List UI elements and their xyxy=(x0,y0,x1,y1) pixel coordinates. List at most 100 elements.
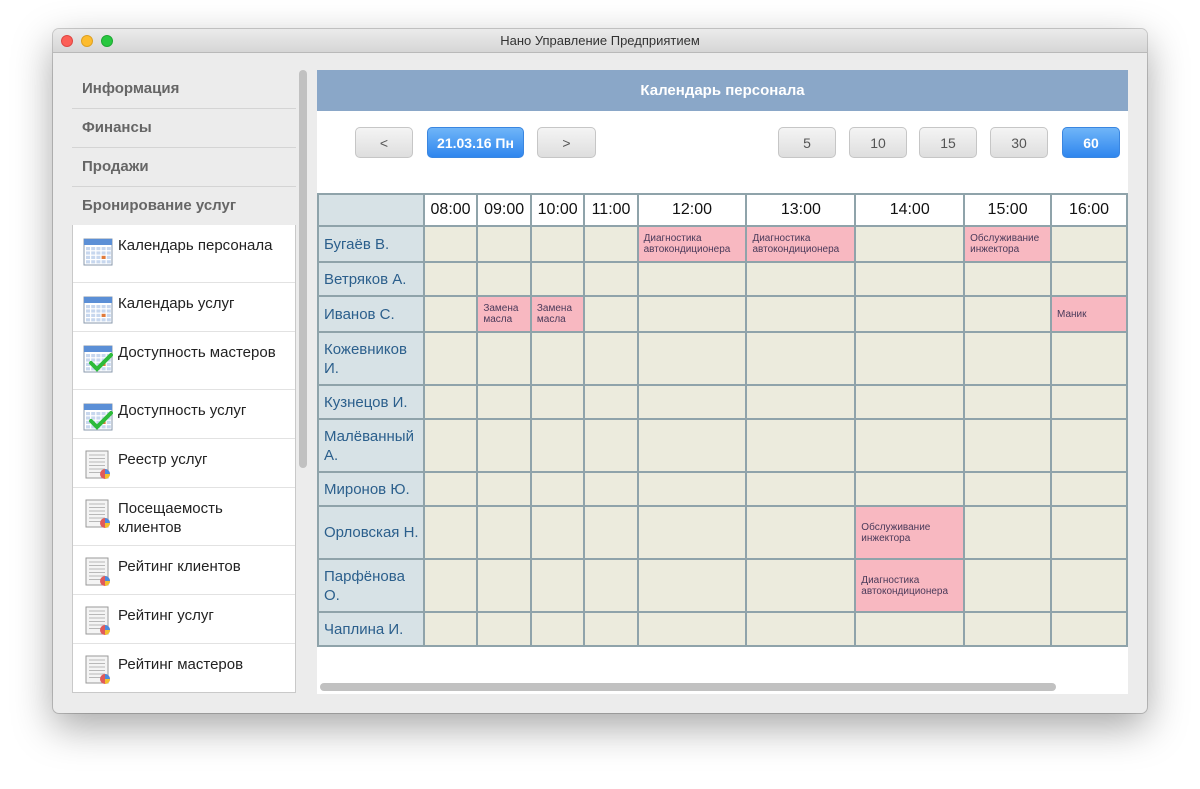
schedule-cell[interactable] xyxy=(636,295,748,333)
schedule-cell[interactable] xyxy=(1050,471,1128,507)
schedule-cell[interactable] xyxy=(476,611,532,647)
schedule-cell[interactable] xyxy=(1050,505,1128,560)
schedule-cell[interactable] xyxy=(963,611,1052,647)
staff-name[interactable]: Иванов С. xyxy=(317,295,425,333)
schedule-cell[interactable] xyxy=(963,505,1052,560)
sidebar-item[interactable]: Рейтинг клиентов xyxy=(73,546,295,595)
sidebar-item[interactable]: Рейтинг мастеров xyxy=(73,644,295,692)
staff-name[interactable]: Малёванный А. xyxy=(317,418,425,473)
staff-name[interactable]: Орловская Н. xyxy=(317,505,425,560)
schedule-cell[interactable] xyxy=(583,384,639,420)
appointment-block[interactable]: Обслуживание инжектора xyxy=(963,225,1052,263)
schedule-cell[interactable] xyxy=(476,418,532,473)
schedule-cell[interactable] xyxy=(422,558,479,613)
schedule-cell[interactable] xyxy=(854,611,966,647)
schedule-cell[interactable] xyxy=(745,505,857,560)
schedule-cell[interactable] xyxy=(583,558,639,613)
schedule-cell[interactable] xyxy=(583,418,639,473)
schedule-cell[interactable] xyxy=(583,225,639,263)
appointment-block[interactable]: Диагностика автокондиционера xyxy=(854,558,966,613)
schedule-cell[interactable] xyxy=(422,295,479,333)
schedule-cell[interactable] xyxy=(583,295,639,333)
zoom-window-button[interactable] xyxy=(101,35,113,47)
schedule-cell[interactable] xyxy=(422,418,479,473)
schedule-cell[interactable] xyxy=(529,261,586,297)
schedule-cell[interactable] xyxy=(476,225,532,263)
sidebar-item[interactable]: Посещаемость клиентов xyxy=(73,488,295,546)
schedule-cell[interactable] xyxy=(1050,558,1128,613)
schedule-cell[interactable] xyxy=(963,418,1052,473)
interval-button-15[interactable]: 15 xyxy=(919,127,977,158)
close-window-button[interactable] xyxy=(61,35,73,47)
schedule-cell[interactable] xyxy=(1050,384,1128,420)
schedule-cell[interactable] xyxy=(422,471,479,507)
schedule-cell[interactable] xyxy=(745,261,857,297)
sidebar-item[interactable]: Календарь персонала xyxy=(73,225,295,283)
schedule-cell[interactable] xyxy=(476,558,532,613)
schedule-cell[interactable] xyxy=(963,471,1052,507)
sidebar-item[interactable]: Календарь услуг xyxy=(73,283,295,332)
staff-name[interactable]: Ветряков А. xyxy=(317,261,425,297)
horizontal-scrollbar[interactable] xyxy=(320,683,1056,691)
schedule-cell[interactable] xyxy=(583,611,639,647)
appointment-block[interactable]: Замена масла xyxy=(476,295,532,333)
schedule-cell[interactable] xyxy=(1050,261,1128,297)
schedule-cell[interactable] xyxy=(745,418,857,473)
sidebar-section-info[interactable]: Информация xyxy=(72,70,296,109)
schedule-cell[interactable] xyxy=(963,558,1052,613)
schedule-cell[interactable] xyxy=(476,471,532,507)
schedule-cell[interactable] xyxy=(529,471,586,507)
staff-name[interactable]: Чаплина И. xyxy=(317,611,425,647)
schedule-cell[interactable] xyxy=(636,261,748,297)
schedule-cell[interactable] xyxy=(963,261,1052,297)
schedule-cell[interactable] xyxy=(422,331,479,386)
schedule-cell[interactable] xyxy=(745,558,857,613)
staff-name[interactable]: Бугаёв В. xyxy=(317,225,425,263)
sidebar-section-sales[interactable]: Продажи xyxy=(72,148,296,187)
staff-name[interactable]: Миронов Ю. xyxy=(317,471,425,507)
schedule-cell[interactable] xyxy=(1050,611,1128,647)
schedule-cell[interactable] xyxy=(636,384,748,420)
sidebar-section-booking[interactable]: Бронирование услуг xyxy=(72,187,296,226)
schedule-cell[interactable] xyxy=(636,471,748,507)
appointment-block[interactable]: Маник xyxy=(1050,295,1128,333)
minimize-window-button[interactable] xyxy=(81,35,93,47)
schedule-cell[interactable] xyxy=(529,505,586,560)
interval-button-5[interactable]: 5 xyxy=(778,127,836,158)
schedule-cell[interactable] xyxy=(854,331,966,386)
schedule-cell[interactable] xyxy=(854,261,966,297)
schedule-cell[interactable] xyxy=(963,295,1052,333)
schedule-cell[interactable] xyxy=(476,261,532,297)
appointment-block[interactable]: Диагностика автокондиционера xyxy=(636,225,748,263)
staff-name[interactable]: Кожевников И. xyxy=(317,331,425,386)
schedule-cell[interactable] xyxy=(422,505,479,560)
schedule-cell[interactable] xyxy=(476,384,532,420)
appointment-block[interactable]: Замена масла xyxy=(529,295,586,333)
schedule-cell[interactable] xyxy=(636,331,748,386)
schedule-cell[interactable] xyxy=(422,384,479,420)
schedule-cell[interactable] xyxy=(854,471,966,507)
schedule-cell[interactable] xyxy=(636,418,748,473)
schedule-cell[interactable] xyxy=(963,331,1052,386)
sidebar-section-finance[interactable]: Финансы xyxy=(72,109,296,148)
schedule-cell[interactable] xyxy=(583,471,639,507)
schedule-cell[interactable] xyxy=(422,611,479,647)
schedule-cell[interactable] xyxy=(854,225,966,263)
schedule-cell[interactable] xyxy=(963,384,1052,420)
schedule-cell[interactable] xyxy=(583,331,639,386)
schedule-cell[interactable] xyxy=(529,384,586,420)
schedule-cell[interactable] xyxy=(476,331,532,386)
schedule-cell[interactable] xyxy=(854,295,966,333)
schedule-cell[interactable] xyxy=(529,611,586,647)
schedule-cell[interactable] xyxy=(1050,418,1128,473)
sidebar-item[interactable]: Доступность услуг xyxy=(73,390,295,439)
schedule-cell[interactable] xyxy=(636,611,748,647)
appointment-block[interactable]: Обслуживание инжектора xyxy=(854,505,966,560)
appointment-block[interactable]: Диагностика автокондиционера xyxy=(745,225,857,263)
prev-day-button[interactable]: < xyxy=(355,127,413,158)
interval-button-60[interactable]: 60 xyxy=(1062,127,1120,158)
schedule-cell[interactable] xyxy=(583,505,639,560)
sidebar-scrollbar[interactable] xyxy=(299,70,307,468)
interval-button-10[interactable]: 10 xyxy=(849,127,907,158)
schedule-cell[interactable] xyxy=(636,505,748,560)
